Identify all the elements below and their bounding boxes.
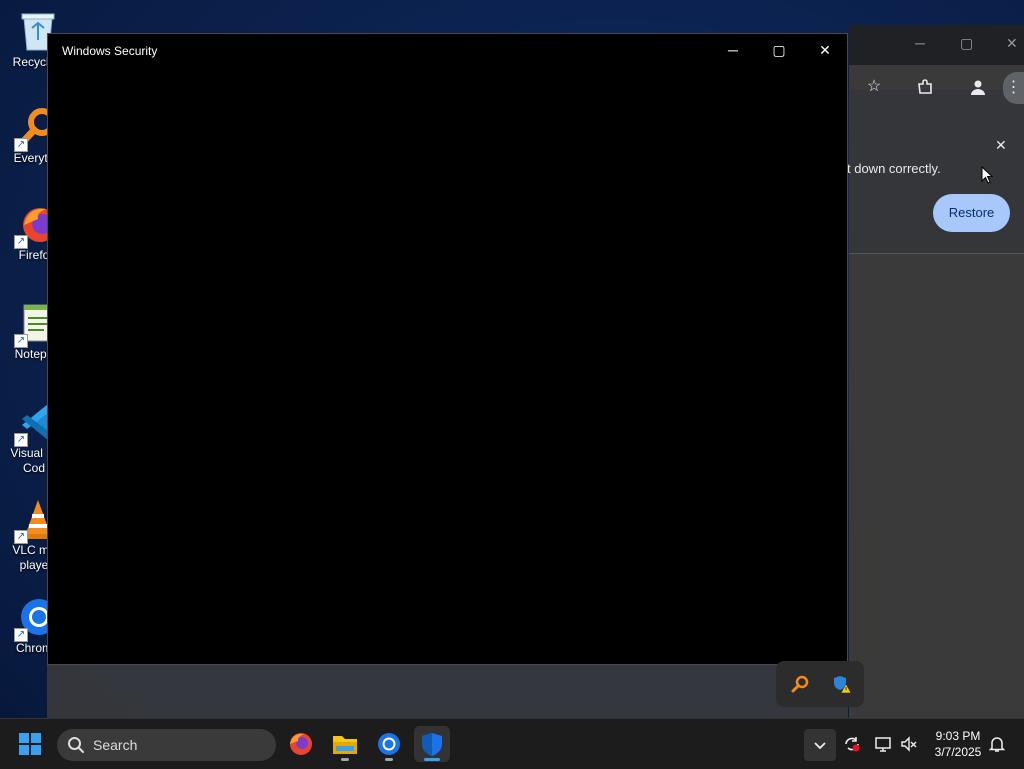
chrome-window: ─ ▢ ✕ ✕ [849, 25, 1024, 718]
taskbar-windows-security[interactable] [414, 726, 450, 762]
shortcut-arrow-icon: ↗ [14, 235, 28, 249]
search-label: Search [93, 737, 138, 753]
windows-security-window: Windows Security ─ ▢ ✕ [47, 33, 848, 665]
minimize-button[interactable]: ─ [718, 40, 748, 60]
infobar-close-icon[interactable]: ✕ [995, 137, 1007, 154]
chevron-up-icon [814, 742, 826, 750]
firefox-icon [290, 733, 312, 755]
clock-time: 9:03 PM [935, 729, 981, 743]
close-icon[interactable]: ✕ [1006, 35, 1018, 52]
shield-icon [422, 733, 442, 756]
running-indicator [341, 758, 349, 761]
chrome-toolbar [849, 90, 1024, 135]
chrome-menu-icon[interactable]: ⋮ [1003, 72, 1024, 104]
taskbar-clock[interactable]: 9:03 PM 3/7/2025 [928, 728, 988, 760]
clock-date: 3/7/2025 [934, 745, 982, 759]
security-warning-tray-icon[interactable] [832, 674, 852, 699]
taskbar-file-explorer[interactable] [327, 726, 363, 762]
taskbar-chrome[interactable] [371, 726, 407, 762]
mouse-cursor-icon [981, 165, 994, 189]
folder-icon [333, 736, 357, 754]
maximize-button[interactable]: ▢ [764, 40, 794, 60]
restore-button[interactable]: Restore [933, 194, 1010, 232]
start-button[interactable] [19, 733, 41, 755]
network-tray-icon[interactable] [874, 735, 892, 753]
chrome-titlebar: ─ ▢ ✕ [849, 25, 1024, 65]
notification-bell-icon[interactable] [988, 735, 1006, 753]
maximize-icon[interactable]: ▢ [960, 35, 973, 52]
profile-icon[interactable] [969, 78, 987, 96]
shortcut-arrow-icon: ↗ [14, 628, 28, 642]
taskbar-search[interactable]: Search [57, 729, 276, 761]
shortcut-arrow-icon: ↗ [14, 138, 28, 152]
everything-tray-icon[interactable] [791, 675, 809, 698]
shortcut-arrow-icon: ↗ [14, 334, 28, 348]
window-title: Windows Security [62, 44, 158, 58]
show-hidden-icons-button[interactable] [804, 729, 836, 761]
volume-muted-icon[interactable] [900, 735, 918, 753]
windows-logo-icon [19, 733, 29, 743]
minimize-icon[interactable]: ─ [915, 35, 925, 51]
bookmark-star-icon[interactable]: ☆ [865, 78, 883, 96]
search-icon [67, 736, 85, 759]
tray-overflow-flyout [776, 661, 864, 707]
running-indicator [385, 758, 393, 761]
extensions-icon[interactable] [916, 78, 934, 96]
restore-message: t down correctly. [847, 161, 941, 176]
shortcut-arrow-icon: ↗ [14, 530, 28, 544]
close-button[interactable]: ✕ [810, 40, 840, 60]
taskbar: Search 9:03 PM 3/7/2025 [0, 718, 1024, 769]
chrome-icon [378, 733, 400, 755]
shortcut-arrow-icon: ↗ [14, 433, 28, 447]
taskbar-firefox[interactable] [282, 726, 318, 762]
sync-tray-icon[interactable] [843, 735, 861, 753]
window-shadow-area [47, 665, 848, 718]
active-indicator [424, 758, 440, 761]
